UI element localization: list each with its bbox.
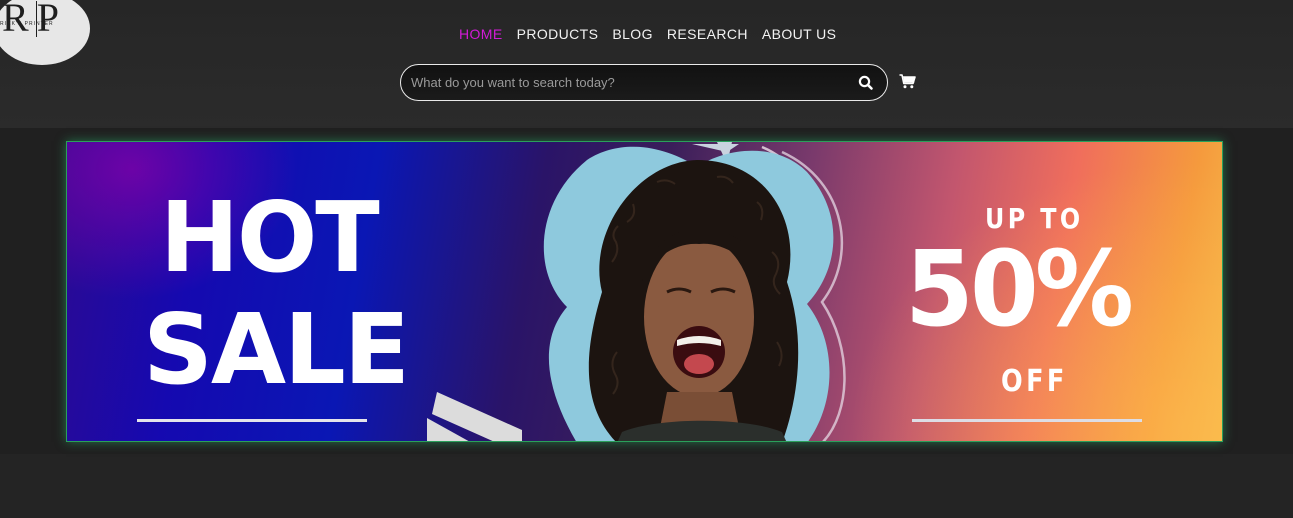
hot-sale-banner[interactable]: HOT SALE UP TO 50% OFF: [66, 141, 1223, 442]
logo-mark: RP: [2, 0, 61, 40]
divider-line: [137, 419, 367, 422]
search-icon[interactable]: [857, 74, 875, 92]
nav-products[interactable]: PRODUCTS: [517, 24, 599, 44]
offer-percent: 50%: [905, 228, 1134, 350]
nav-research[interactable]: RESEARCH: [667, 24, 748, 44]
model-photo: [427, 142, 846, 441]
logo-subtitle: RICK'S PRINTER: [0, 21, 54, 27]
divider-line: [912, 419, 1142, 422]
main-nav: HOME PRODUCTS BLOG RESEARCH ABOUT US: [453, 24, 836, 44]
nav-about-us[interactable]: ABOUT US: [762, 24, 837, 44]
site-header: RP RICK'S PRINTER HOME PRODUCTS BLOG RES…: [0, 0, 1293, 128]
brand-logo[interactable]: RP RICK'S PRINTER: [0, 0, 90, 65]
banner-headline-sale: SALE: [143, 293, 410, 407]
cart-icon[interactable]: [899, 74, 916, 89]
logo-divider: [36, 1, 37, 37]
banner-headline-hot: HOT: [160, 181, 380, 295]
offer-off: OFF: [1001, 364, 1068, 399]
nav-home[interactable]: HOME: [459, 24, 503, 44]
search-bar: [400, 64, 888, 101]
search-input[interactable]: [411, 65, 841, 100]
nav-blog[interactable]: BLOG: [612, 24, 653, 44]
